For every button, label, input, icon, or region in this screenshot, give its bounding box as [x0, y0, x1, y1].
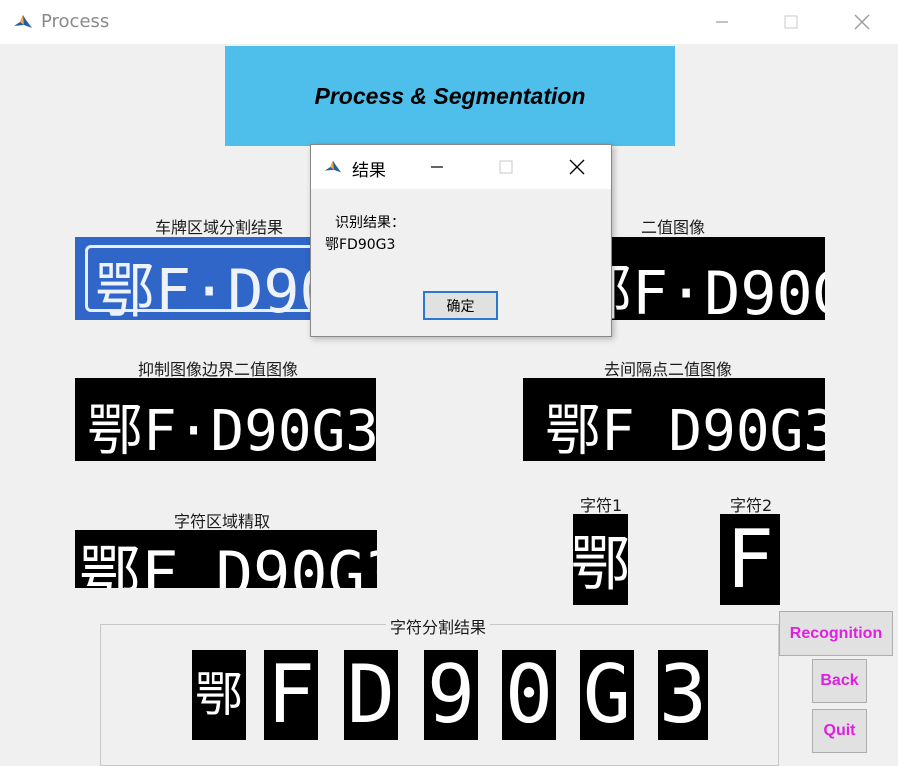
result-dialog: 结果 识别结果： 鄂FD90G3 确定: [310, 144, 612, 337]
char-region-text: 鄂F D90G3: [79, 538, 377, 588]
segment-6: G: [580, 650, 634, 740]
denoise-image: 鄂F D90G3: [523, 378, 825, 461]
matlab-icon: [12, 11, 34, 33]
dialog-close-button[interactable]: [557, 151, 597, 183]
close-icon: [569, 159, 585, 175]
close-icon: [854, 14, 870, 30]
dialog-title: 结果: [352, 161, 386, 181]
close-button[interactable]: [842, 6, 882, 38]
label-binary: 二值图像: [641, 218, 706, 237]
dialog-minimize-button[interactable]: [417, 151, 457, 183]
dialog-label: 识别结果：: [335, 215, 405, 231]
label-segmentation: 字符分割结果: [386, 614, 491, 638]
segment-7: 3: [658, 650, 708, 740]
window-title: Process: [41, 11, 110, 32]
dialog-result: 鄂FD90G3: [325, 237, 396, 253]
dialog-titlebar: 结果: [311, 145, 611, 189]
minimize-icon: [716, 21, 728, 23]
char-region-image: 鄂F D90G3: [75, 530, 377, 588]
segment-5-text: 0: [504, 650, 554, 740]
segment-3: D: [344, 650, 398, 740]
segment-4: 9: [424, 650, 478, 740]
segment-7-text: 3: [658, 650, 708, 740]
maximize-button[interactable]: [771, 6, 811, 38]
segment-1: 鄂: [192, 650, 246, 740]
label-plate-region: 车牌区域分割结果: [155, 218, 284, 237]
segment-2: F: [264, 650, 318, 740]
char1-text: 鄂: [573, 530, 628, 600]
suppress-plate-text: 鄂F·D90G3: [87, 399, 376, 461]
back-button[interactable]: Back: [812, 659, 867, 703]
plate-text: 鄂F·D90: [95, 257, 315, 320]
segment-3-text: D: [346, 650, 396, 740]
segment-2-text: F: [266, 650, 316, 740]
label-char1: 字符1: [580, 496, 623, 515]
maximize-icon: [784, 15, 798, 29]
matlab-icon: [323, 157, 343, 177]
denoise-plate-text: 鄂F D90G3: [545, 399, 825, 461]
header-banner: Process & Segmentation: [225, 46, 675, 146]
segment-1-text: 鄂: [194, 667, 243, 723]
window-titlebar: Process: [0, 0, 898, 44]
dialog-maximize-button[interactable]: [486, 151, 526, 183]
binary-plate-text: 鄂F·D90G3: [612, 259, 825, 320]
suppress-border-image: 鄂F·D90G3: [75, 378, 376, 461]
label-char-region: 字符区域精取: [174, 512, 271, 531]
char2-image: F: [720, 514, 780, 605]
recognition-button[interactable]: Recognition: [779, 611, 893, 656]
ok-button[interactable]: 确定: [423, 291, 498, 320]
segment-6-text: G: [582, 650, 632, 740]
segment-5: 0: [502, 650, 556, 740]
label-char2: 字符2: [730, 496, 773, 515]
plate-image: 鄂F·D90: [75, 237, 315, 320]
minimize-icon: [431, 166, 443, 168]
label-suppress-border: 抑制图像边界二值图像: [138, 360, 299, 379]
char1-image: 鄂: [573, 514, 628, 605]
minimize-button[interactable]: [702, 6, 742, 38]
binary-image: 鄂F·D90G3: [612, 237, 825, 320]
char2-text: F: [725, 514, 775, 605]
maximize-icon: [499, 160, 513, 174]
segment-4-text: 9: [426, 650, 476, 740]
label-denoise: 去间隔点二值图像: [604, 360, 733, 379]
banner-title: Process & Segmentation: [314, 82, 586, 109]
quit-button[interactable]: Quit: [812, 709, 867, 753]
